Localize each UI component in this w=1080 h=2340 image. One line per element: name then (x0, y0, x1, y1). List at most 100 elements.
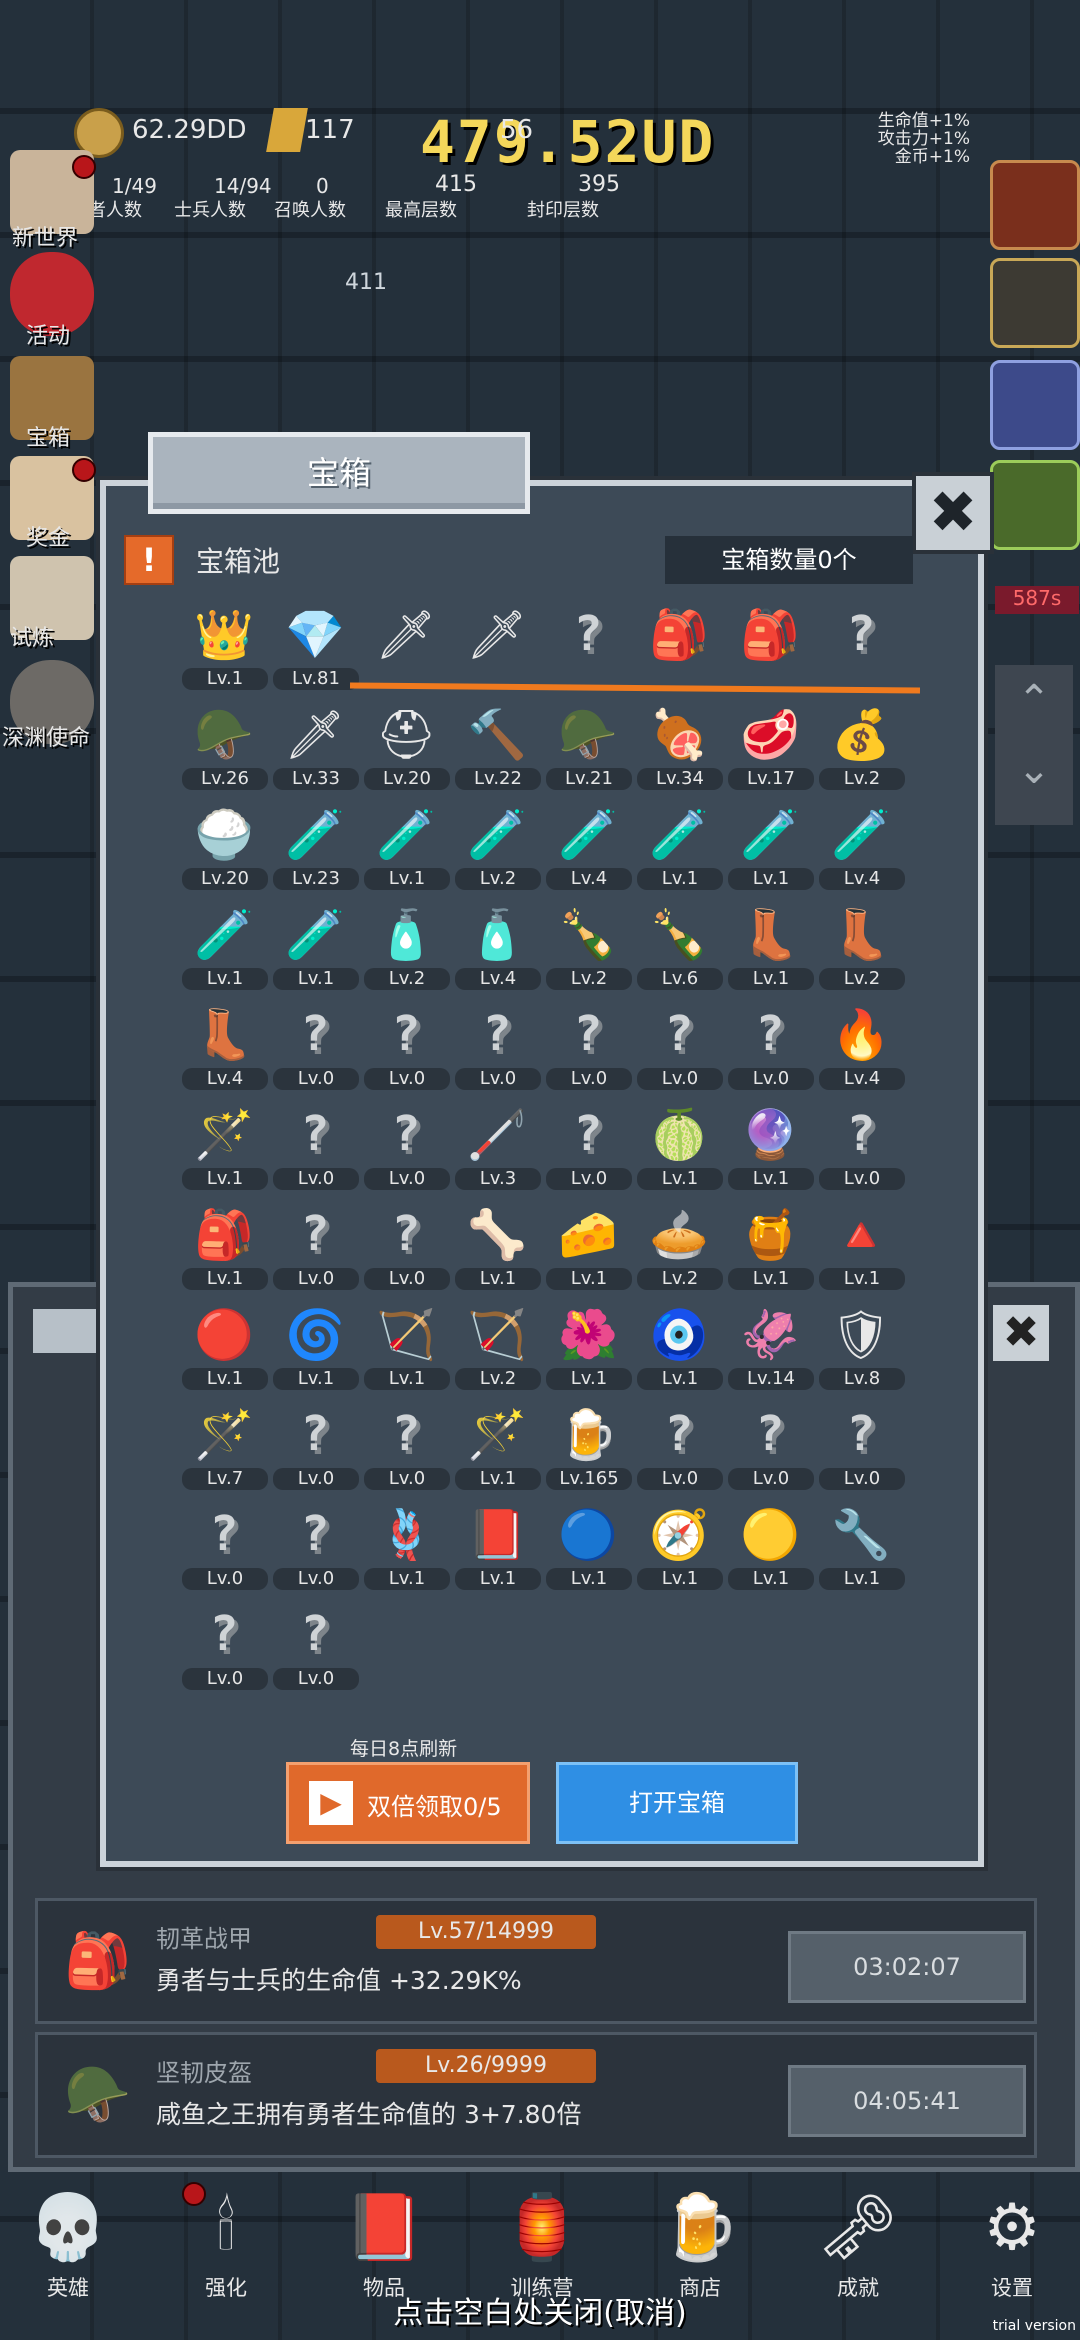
chest-item[interactable]: 🦑 Lv.14 (726, 1298, 816, 1398)
chest-item[interactable]: 🎒 (726, 598, 816, 698)
chest-item[interactable]: ? Lv.0 (635, 998, 725, 1098)
chest-item[interactable]: 🍾 Lv.6 (635, 898, 725, 998)
chest-item[interactable]: 🔵 Lv.1 (544, 1498, 634, 1598)
chest-item[interactable]: 💎 Lv.81 (271, 598, 361, 698)
chest-item[interactable]: 🍺 Lv.165 (544, 1398, 634, 1498)
chest-item[interactable]: 🧪 Lv.1 (635, 798, 725, 898)
chest-item[interactable]: 🏹 Lv.1 (362, 1298, 452, 1398)
chest-item[interactable]: 🪢 Lv.1 (362, 1498, 452, 1598)
chest-item[interactable]: 🪄 Lv.1 (180, 1098, 270, 1198)
chest-item[interactable]: ? Lv.0 (817, 1398, 907, 1498)
chest-item[interactable]: 👑 Lv.1 (180, 598, 270, 698)
chest-item[interactable]: 👢 Lv.4 (180, 998, 270, 1098)
chest-item[interactable]: 🧪 Lv.1 (180, 898, 270, 998)
chest-item[interactable]: 👢 Lv.2 (817, 898, 907, 998)
chest-item[interactable]: ? Lv.0 (271, 1098, 361, 1198)
chest-item[interactable]: 🪄 Lv.7 (180, 1398, 270, 1498)
chest-item[interactable]: 🔮 Lv.1 (726, 1098, 816, 1198)
chest-item[interactable]: 🦴 Lv.1 (453, 1198, 543, 1298)
chest-item[interactable]: ? Lv.0 (362, 1398, 452, 1498)
scroll-boost-icon[interactable] (990, 360, 1080, 450)
pumpkin-icon[interactable] (990, 160, 1080, 250)
close-hint[interactable]: 点击空白处关闭(取消) (0, 2288, 1080, 2332)
chest-item[interactable]: 🛡 Lv.8 (817, 1298, 907, 1398)
sidebar-item-new-world[interactable]: 新世界 (12, 220, 78, 252)
chest-item[interactable]: ? Lv.0 (726, 998, 816, 1098)
chest-item[interactable]: 🧭 Lv.1 (635, 1498, 725, 1598)
nav-shop[interactable]: 🍺 商店 (646, 2180, 754, 2302)
chest-item[interactable]: 🎒 Lv.1 (180, 1198, 270, 1298)
chest-item[interactable]: 🧴 Lv.2 (362, 898, 452, 998)
chest-item[interactable]: ? Lv.0 (544, 998, 634, 1098)
nav-achievement[interactable]: 🗝 成就 (804, 2180, 912, 2302)
chest-item[interactable]: 🧪 Lv.1 (271, 898, 361, 998)
chest-item[interactable]: 🔨 Lv.22 (453, 698, 543, 798)
chest-item[interactable]: 💰 Lv.2 (817, 698, 907, 798)
chest-item[interactable]: 🍚 Lv.20 (180, 798, 270, 898)
chest-item[interactable]: 🗡 Lv.33 (271, 698, 361, 798)
sidebar-item-bonus[interactable]: 奖金 (26, 520, 70, 552)
chest-item[interactable]: ? Lv.0 (271, 1398, 361, 1498)
chest-item[interactable]: 🪄 Lv.1 (453, 1398, 543, 1498)
chest-item[interactable]: 🦯 Lv.3 (453, 1098, 543, 1198)
chest-item[interactable]: 🧪 Lv.4 (544, 798, 634, 898)
chest-item[interactable]: 🌀 Lv.1 (271, 1298, 361, 1398)
chest-item[interactable]: 🔥 Lv.4 (817, 998, 907, 1098)
sidebar-item-activity[interactable]: 活动 (26, 318, 70, 350)
chest-item[interactable]: ? Lv.0 (817, 1098, 907, 1198)
chest-item[interactable]: ? Lv.0 (271, 1598, 361, 1698)
chest-item[interactable]: ? Lv.0 (726, 1398, 816, 1498)
chest-item[interactable]: 🍖 Lv.34 (635, 698, 725, 798)
sidebar-item-trial[interactable]: 试炼 (10, 620, 54, 652)
nav-items[interactable]: 📕 物品 (330, 2180, 438, 2302)
chest-item[interactable]: 🧪 Lv.23 (271, 798, 361, 898)
chest-item[interactable]: 👢 Lv.1 (726, 898, 816, 998)
chest-item[interactable]: 🎒 (635, 598, 725, 698)
chest-item[interactable]: ? Lv.0 (180, 1598, 270, 1698)
nav-hero[interactable]: 💀 英雄 (14, 2180, 122, 2302)
chest-item[interactable]: 🧀 Lv.1 (544, 1198, 634, 1298)
chest-item[interactable]: 🧪 Lv.1 (362, 798, 452, 898)
chest-item[interactable]: 🧪 Lv.2 (453, 798, 543, 898)
open-chest-button[interactable]: 打开宝箱 (556, 1762, 798, 1844)
chest-item[interactable]: 🔧 Lv.1 (817, 1498, 907, 1598)
sidebar-item-abyss[interactable]: 深渊使命 (2, 720, 90, 752)
chest-item[interactable]: ? Lv.0 (271, 1198, 361, 1298)
chest-item[interactable]: 🍾 Lv.2 (544, 898, 634, 998)
chest-item[interactable]: 🧪 Lv.1 (726, 798, 816, 898)
slime-boost-icon[interactable] (990, 460, 1080, 550)
item-timer-button[interactable]: 04:05:41 (788, 2065, 1026, 2137)
chest-item[interactable]: ? Lv.0 (544, 1098, 634, 1198)
chest-item[interactable]: 🍯 Lv.1 (726, 1198, 816, 1298)
chest-item[interactable]: ? Lv.0 (362, 1198, 452, 1298)
chest-item[interactable]: ⛑ Lv.20 (362, 698, 452, 798)
nav-training[interactable]: 🏮 训练营 (488, 2180, 596, 2302)
chest-item[interactable]: 🏹 Lv.2 (453, 1298, 543, 1398)
sidebar-item-chest[interactable]: 宝箱 (26, 420, 70, 452)
chest-item[interactable]: ? Lv.0 (362, 1098, 452, 1198)
chest-item[interactable]: ? Lv.0 (635, 1398, 725, 1498)
candle-icon[interactable] (990, 258, 1080, 348)
chest-item[interactable]: 🪖 Lv.26 (180, 698, 270, 798)
chest-item[interactable]: 🌺 Lv.1 (544, 1298, 634, 1398)
chest-item[interactable]: ? Lv.0 (180, 1498, 270, 1598)
chest-item[interactable]: ? Lv.0 (271, 998, 361, 1098)
chest-item[interactable]: 🥧 Lv.2 (635, 1198, 725, 1298)
chest-item[interactable]: 📕 Lv.1 (453, 1498, 543, 1598)
chest-item[interactable]: ? (544, 598, 634, 698)
chest-item[interactable]: 🍈 Lv.1 (635, 1098, 725, 1198)
chest-item[interactable]: 🥩 Lv.17 (726, 698, 816, 798)
chest-item[interactable]: ? (817, 598, 907, 698)
chest-item[interactable]: 🟡 Lv.1 (726, 1498, 816, 1598)
chest-item[interactable]: 🧪 Lv.4 (817, 798, 907, 898)
chest-item[interactable]: 🪖 Lv.21 (544, 698, 634, 798)
chest-item[interactable]: ? Lv.0 (453, 998, 543, 1098)
close-icon[interactable]: ✖ (912, 472, 994, 554)
chest-item[interactable]: 🔴 Lv.1 (180, 1298, 270, 1398)
chest-item[interactable]: 🧿 Lv.1 (635, 1298, 725, 1398)
item-timer-button[interactable]: 03:02:07 (788, 1931, 1026, 2003)
chest-item[interactable]: 🧴 Lv.4 (453, 898, 543, 998)
chest-item[interactable]: ? Lv.0 (362, 998, 452, 1098)
chest-item[interactable]: 🔺 Lv.1 (817, 1198, 907, 1298)
scroll-arrows[interactable]: ⌃ ⌄ (995, 665, 1073, 825)
